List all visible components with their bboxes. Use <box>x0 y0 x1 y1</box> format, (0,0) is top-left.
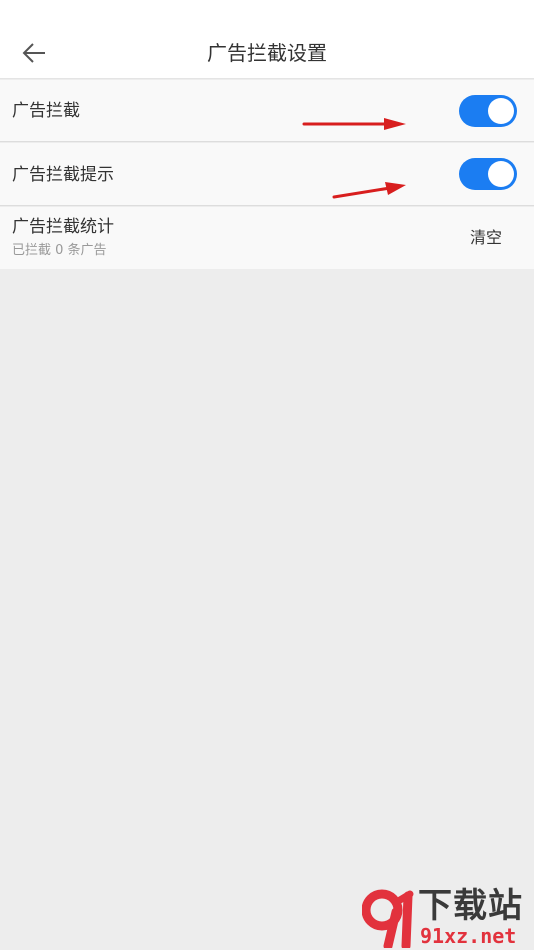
toggle-knob <box>488 98 514 124</box>
setting-row-ad-block: 广告拦截 <box>0 80 534 142</box>
page-title: 广告拦截设置 <box>207 41 327 65</box>
app-header: 广告拦截设置 <box>0 0 534 79</box>
ad-block-toggle[interactable] <box>459 95 517 127</box>
setting-row-ad-block-stats: 广告拦截统计 已拦截 0 条广告 清空 <box>0 207 534 269</box>
watermark-91-icon <box>362 889 414 948</box>
toggle-knob <box>488 161 514 187</box>
ad-block-label: 广告拦截 <box>12 101 80 121</box>
watermark-site-name: 下载站 <box>418 886 523 926</box>
ad-block-count-text: 已拦截 0 条广告 <box>12 243 107 258</box>
ad-block-stats-label: 广告拦截统计 <box>12 217 114 237</box>
ad-block-tip-label: 广告拦截提示 <box>12 165 114 185</box>
clear-stats-button[interactable]: 清空 <box>470 226 502 250</box>
ad-block-tip-toggle[interactable] <box>459 158 517 190</box>
setting-row-ad-block-tip: 广告拦截提示 <box>0 143 534 206</box>
annotation-arrow-icon <box>332 182 406 199</box>
watermark-url: 91xz.net <box>420 924 517 948</box>
watermark-logo: 下载站 91xz.net <box>362 886 534 950</box>
annotation-arrow-icon <box>302 118 406 130</box>
